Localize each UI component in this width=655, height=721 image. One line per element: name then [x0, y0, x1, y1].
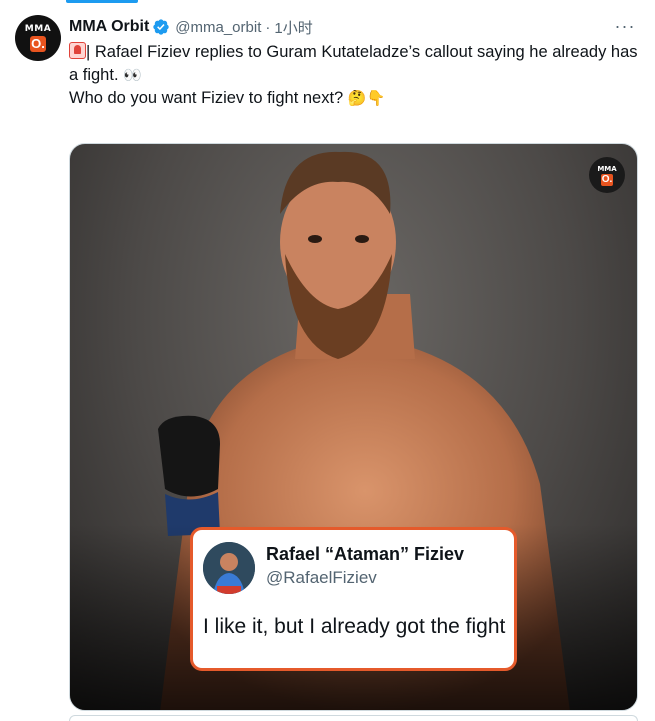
quote-display-name: Rafael “Ataman” Fiziev: [266, 544, 465, 564]
quote-avatar-image: [203, 542, 255, 594]
tweet-text: | Rafael Fiziev replies to Guram Kutatel…: [69, 41, 639, 110]
tweet-text-line: | Rafael Fiziev replies to Guram Kutatel…: [69, 41, 639, 87]
tweet-text-main: | Rafael Fiziev replies to Guram Kutatel…: [69, 43, 638, 84]
thinking-pointing-icon: 🤔👇: [347, 90, 386, 107]
display-name[interactable]: MMA Orbit: [69, 18, 149, 36]
avatar-logo-text: MMA: [24, 24, 52, 34]
quote-text: I like it, but I already got the fight: [203, 615, 506, 638]
tweet-question: Who do you want Fiziev to fight next? 🤔👇: [69, 87, 639, 110]
siren-icon: [69, 42, 86, 59]
next-tweet-edge: [69, 715, 638, 721]
avatar[interactable]: MMA O.: [15, 15, 61, 61]
eyes-icon: 👀: [123, 67, 142, 84]
quoted-reply-card: Rafael “Ataman” Fiziev @RafaelFiziev I l…: [190, 527, 517, 671]
quote-avatar: [203, 542, 255, 594]
tweet-header: MMA Orbit @mma_orbit · 1小时: [69, 16, 313, 38]
watermark-logo-text: MMA: [597, 164, 617, 173]
verified-badge-icon: [153, 19, 169, 35]
watermark-logo: MMA O.: [589, 157, 625, 193]
tweet[interactable]: MMA O. MMA Orbit @mma_orbit · 1小时 ··· | …: [0, 0, 655, 721]
timestamp[interactable]: 1小时: [274, 17, 312, 38]
quote-handle: @RafaelFiziev: [266, 568, 377, 587]
watermark-logo-mark: O.: [601, 173, 613, 186]
separator-dot: ·: [265, 18, 271, 36]
avatar-logo-mark: O.: [30, 36, 46, 52]
tweet-question-text: Who do you want Fiziev to fight next?: [69, 89, 344, 107]
more-options-icon[interactable]: ···: [613, 16, 637, 36]
tweet-media-image[interactable]: MMA O. Rafael “Ataman” Fiziev @RafaelFiz…: [69, 143, 638, 711]
handle[interactable]: @mma_orbit: [175, 19, 261, 36]
